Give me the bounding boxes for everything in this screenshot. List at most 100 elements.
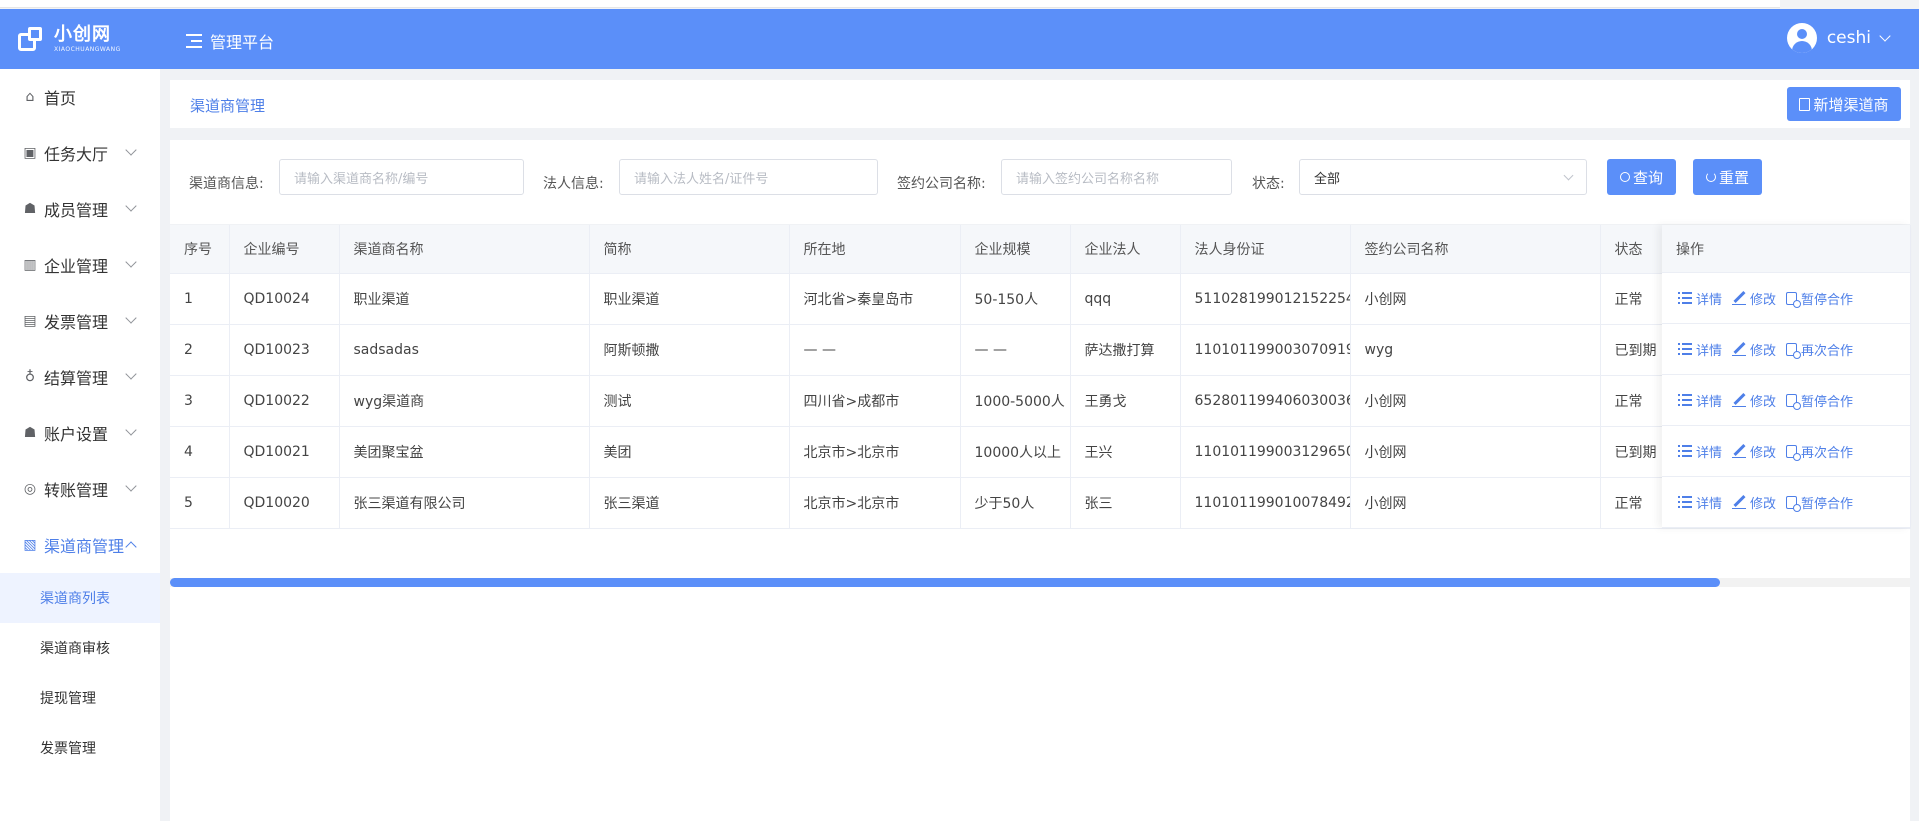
detail-button[interactable]: 详情 bbox=[1678, 289, 1722, 308]
cell-index: 3 bbox=[170, 375, 230, 427]
reset-button[interactable]: 重置 bbox=[1693, 159, 1762, 195]
cell-code: QD10024 bbox=[229, 273, 340, 325]
col-header[interactable]: 企业法人 bbox=[1070, 225, 1181, 274]
refresh-icon bbox=[1705, 172, 1716, 182]
channel-info-input[interactable]: 请输入渠道商名称/编号 bbox=[279, 159, 524, 195]
document-icon bbox=[1786, 444, 1802, 461]
cooperation-button[interactable]: 暂停合作 bbox=[1786, 391, 1853, 410]
table-row: 2 QD10023 sadsadas 阿斯顿撒 — — — — 萨达撒打算 11… bbox=[170, 324, 1911, 376]
edit-label: 修改 bbox=[1750, 445, 1777, 461]
col-header[interactable]: 企业规模 bbox=[960, 225, 1071, 274]
document-icon bbox=[1786, 495, 1802, 512]
cooperation-button[interactable]: 再次合作 bbox=[1786, 340, 1853, 359]
invoice-icon: ▤ bbox=[23, 313, 37, 329]
sidebar-item-transfer[interactable]: ◎ 转账管理 bbox=[0, 461, 160, 517]
col-header[interactable]: 状态 bbox=[1600, 225, 1663, 274]
cell-index: 5 bbox=[170, 477, 230, 529]
chevron-up-icon bbox=[125, 541, 137, 553]
sidebar-item-label: 首页 bbox=[44, 89, 77, 108]
query-label: 查询 bbox=[1632, 168, 1663, 187]
transfer-icon: ◎ bbox=[23, 481, 37, 497]
sidebar-subitem-channel-review[interactable]: 渠道商审核 bbox=[0, 623, 160, 673]
sidebar-item-account[interactable]: ☗ 账户设置 bbox=[0, 405, 160, 461]
browser-top-strip bbox=[0, 0, 1919, 9]
avatar-icon bbox=[1786, 23, 1817, 53]
col-header[interactable]: 法人身份证 bbox=[1180, 225, 1351, 274]
cell-short: 美团 bbox=[589, 426, 790, 478]
edit-button[interactable]: 修改 bbox=[1732, 442, 1776, 461]
company-name-input[interactable]: 请输入签约公司名称名称 bbox=[1001, 159, 1232, 195]
row-actions: 详情 修改 暂停合作 bbox=[1662, 477, 1910, 528]
cell-company: 小创网 bbox=[1350, 477, 1601, 529]
sidebar-subitem-withdraw[interactable]: 提现管理 bbox=[0, 673, 160, 723]
cell-legal: 王兴 bbox=[1070, 426, 1181, 478]
top-header: 小创网 XIAOCHUANGWANG 管理平台 ceshi bbox=[0, 9, 1919, 69]
chevron-down-icon bbox=[1879, 29, 1891, 42]
sidebar-item-home[interactable]: ⌂ 首页 bbox=[0, 69, 160, 125]
chevron-down-icon bbox=[125, 144, 137, 156]
sidebar-item-enterprise[interactable]: ▥ 企业管理 bbox=[0, 237, 160, 293]
col-header[interactable]: 序号 bbox=[170, 225, 230, 274]
menu-fold-icon[interactable] bbox=[186, 34, 202, 48]
cooperation-button[interactable]: 暂停合作 bbox=[1786, 493, 1853, 512]
sidebar-item-members[interactable]: ☗ 成员管理 bbox=[0, 181, 160, 237]
sidebar-item-label: 成员管理 bbox=[44, 201, 109, 220]
cell-location: 北京市>北京市 bbox=[789, 426, 961, 478]
sidebar-item-label: 账户设置 bbox=[44, 425, 109, 444]
sidebar-subitem-invoice[interactable]: 发票管理 bbox=[0, 723, 160, 773]
detail-button[interactable]: 详情 bbox=[1678, 442, 1722, 461]
sidebar-item-task-hall[interactable]: ▣ 任务大厅 bbox=[0, 125, 160, 181]
logo[interactable]: 小创网 XIAOCHUANGWANG bbox=[18, 26, 121, 53]
legal-info-input[interactable]: 请输入法人姓名/证件号 bbox=[619, 159, 878, 195]
cooperation-button[interactable]: 再次合作 bbox=[1786, 442, 1853, 461]
detail-label: 详情 bbox=[1696, 496, 1723, 512]
members-icon: ☗ bbox=[23, 201, 37, 217]
query-button[interactable]: 查询 bbox=[1607, 159, 1676, 195]
legal-info-label: 法人信息: bbox=[543, 176, 604, 192]
channel-icon: ▧ bbox=[23, 537, 37, 553]
cell-status: 已到期 bbox=[1600, 324, 1663, 376]
edit-button[interactable]: 修改 bbox=[1732, 340, 1776, 359]
sidebar-item-channel[interactable]: ▧ 渠道商管理 bbox=[0, 517, 160, 573]
detail-button[interactable]: 详情 bbox=[1678, 391, 1722, 410]
col-header[interactable]: 所在地 bbox=[789, 225, 961, 274]
sidebar-item-invoice[interactable]: ▤ 发票管理 bbox=[0, 293, 160, 349]
cell-status: 已到期 bbox=[1600, 426, 1663, 478]
cell-name: sadsadas bbox=[339, 324, 590, 376]
page-title: 渠道商管理 bbox=[190, 97, 266, 115]
cell-location: 河北省>秦皇岛市 bbox=[789, 273, 961, 325]
table-row: 1 QD10024 职业渠道 职业渠道 河北省>秦皇岛市 50-150人 qqq… bbox=[170, 273, 1911, 325]
add-channel-button[interactable]: 新增渠道商 bbox=[1787, 87, 1901, 121]
col-header[interactable]: 企业编号 bbox=[229, 225, 340, 274]
table-row: 5 QD10020 张三渠道有限公司 张三渠道 北京市>北京市 少于50人 张三… bbox=[170, 477, 1911, 529]
platform-toggle[interactable]: 管理平台 bbox=[186, 29, 274, 53]
detail-label: 详情 bbox=[1696, 445, 1723, 461]
detail-button[interactable]: 详情 bbox=[1678, 340, 1722, 359]
home-icon: ⌂ bbox=[25, 89, 35, 105]
edit-label: 修改 bbox=[1750, 343, 1777, 359]
cell-status: 正常 bbox=[1600, 477, 1663, 529]
cell-location: — — bbox=[789, 324, 961, 376]
horizontal-scrollbar[interactable] bbox=[170, 578, 1910, 587]
edit-button[interactable]: 修改 bbox=[1732, 289, 1776, 308]
scrollbar-thumb[interactable] bbox=[170, 578, 1720, 587]
sidebar-subitem-channel-list[interactable]: 渠道商列表 bbox=[0, 573, 160, 623]
col-header[interactable]: 签约公司名称 bbox=[1350, 225, 1601, 274]
edit-button[interactable]: 修改 bbox=[1732, 391, 1776, 410]
col-header[interactable]: 简称 bbox=[589, 225, 790, 274]
col-header[interactable]: 渠道商名称 bbox=[339, 225, 590, 274]
sidebar-item-settlement[interactable]: ♁ 结算管理 bbox=[0, 349, 160, 405]
edit-icon bbox=[1732, 290, 1747, 305]
chevron-down-icon bbox=[125, 424, 137, 436]
task-icon: ▣ bbox=[23, 145, 37, 161]
document-icon bbox=[1786, 291, 1802, 308]
edit-button[interactable]: 修改 bbox=[1732, 493, 1776, 512]
detail-button[interactable]: 详情 bbox=[1678, 493, 1722, 512]
sidebar-subitem-label: 提现管理 bbox=[40, 691, 96, 707]
status-select[interactable]: 全部 bbox=[1299, 159, 1587, 195]
cell-scale: 少于50人 bbox=[960, 477, 1071, 529]
user-menu[interactable]: ceshi bbox=[1786, 23, 1891, 53]
cell-short: 职业渠道 bbox=[589, 273, 790, 325]
cooperation-button[interactable]: 暂停合作 bbox=[1786, 289, 1853, 308]
account-icon: ☗ bbox=[23, 425, 37, 441]
